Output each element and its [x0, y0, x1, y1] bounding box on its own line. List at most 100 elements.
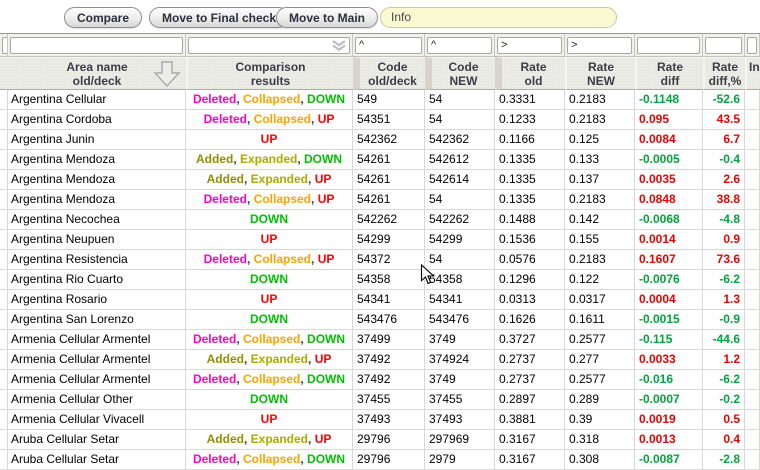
cell-comparison-results: Deleted, Collapsed, DOWN [186, 450, 353, 470]
table-row[interactable]: Armenia Cellular Other DOWN 37455 37455 … [0, 390, 760, 410]
comparison-flag-expanded: Expanded [250, 432, 309, 446]
cell-comparison-results: UP [186, 230, 353, 250]
cell-code-old: 542362 [353, 130, 425, 150]
cell-comparison-results: Added, Expanded, UP [186, 170, 353, 190]
cell-rate-new: 0.2577 [565, 370, 635, 390]
table-row[interactable]: Argentina Resistencia Deleted, Collapsed… [0, 250, 760, 270]
cell-info [745, 450, 760, 470]
cell-comparison-results: Deleted, Collapsed, UP [186, 110, 353, 130]
move-to-final-check-button[interactable]: Move to Final check [149, 7, 290, 28]
comparison-flag-up: UP [260, 132, 278, 146]
cell-code-new: 37493 [425, 410, 495, 430]
comparison-flag-down: DOWN [250, 392, 288, 406]
cell-rate-diff: 0.0035 [635, 170, 703, 190]
table-row[interactable]: Armenia Cellular Armentel Deleted, Colla… [0, 370, 760, 390]
table-row[interactable]: Argentina Rio Cuarto DOWN 54358 54358 0.… [0, 270, 760, 290]
table-row[interactable]: Aruba Cellular Setar Added, Expanded, UP… [0, 430, 760, 450]
cell-comparison-results: UP [186, 410, 353, 430]
column-header-rate-diff-pct[interactable]: Rate diff,% [703, 57, 745, 90]
comparison-flag-added: Added [195, 152, 234, 166]
table-row[interactable]: Argentina Cellular Deleted, Collapsed, D… [0, 90, 760, 110]
header-line: results [250, 74, 291, 88]
cell-code-old: 54372 [353, 250, 425, 270]
cell-code-new: 543476 [425, 310, 495, 330]
comparison-flag-added: Added [206, 172, 244, 186]
filter-input-code-old[interactable]: ^ [355, 37, 422, 54]
cell-code-new: 54 [425, 250, 495, 270]
column-header-rate-new[interactable]: Rate NEW [565, 57, 635, 90]
comparison-flag-up: UP [260, 232, 278, 246]
cell-area-name: Armenia Cellular Armentel [8, 330, 186, 350]
filter-input-rate-old[interactable]: > [497, 37, 562, 54]
cell-info [745, 90, 760, 110]
cell-area-name: Argentina Mendoza [8, 150, 186, 170]
cell-rate-diff-pct: -52.6 [703, 90, 745, 110]
filter-input-code-new[interactable]: ^ [427, 37, 492, 54]
table-row[interactable]: Aruba Cellular Setar Deleted, Collapsed,… [0, 450, 760, 470]
cell-rate-diff: -0.0005 [635, 150, 703, 170]
table-row[interactable]: Argentina Mendoza Added, Expanded, DOWN … [0, 150, 760, 170]
cell-rate-new: 0.2183 [565, 250, 635, 270]
column-header-rate-diff[interactable]: Rate diff [635, 57, 703, 90]
cell-comparison-results: Added, Expanded, UP [186, 350, 353, 370]
cell-code-old: 54261 [353, 150, 425, 170]
cell-comparison-results: UP [186, 130, 353, 150]
table-row[interactable]: Argentina Mendoza Added, Expanded, UP 54… [0, 170, 760, 190]
cell-rate-old: 0.1536 [495, 230, 565, 250]
cell-area-name: Armenia Cellular Vivacell [8, 410, 186, 430]
column-header-code-old[interactable]: Code old/deck [353, 57, 425, 90]
cell-rate-old: 0.3167 [495, 450, 565, 470]
table-body: Argentina Cellular Deleted, Collapsed, D… [0, 90, 760, 470]
cell-area-name: Argentina Cordoba [8, 110, 186, 130]
info-input[interactable]: Info [380, 7, 617, 28]
table-row[interactable]: Argentina Mendoza Deleted, Collapsed, UP… [0, 190, 760, 210]
column-header-rate-old[interactable]: Rate old [495, 57, 565, 90]
comparison-flag-up: UP [317, 112, 335, 126]
filter-input-rate-diff[interactable] [637, 37, 700, 54]
table-row[interactable]: Armenia Cellular Vivacell UP 37493 37493… [0, 410, 760, 430]
cell-area-name: Argentina Necochea [8, 210, 186, 230]
cell-comparison-results: Deleted, Collapsed, DOWN [186, 90, 353, 110]
table-row[interactable]: Argentina Junin UP 542362 542362 0.1166 … [0, 130, 760, 150]
filter-input-rate-new[interactable]: > [567, 37, 632, 54]
cell-area-name: Argentina Cellular [8, 90, 186, 110]
cell-code-new: 3749 [425, 330, 495, 350]
comparison-flag-up: UP [314, 172, 332, 186]
filter-input-comparison[interactable] [188, 37, 350, 54]
column-header-code-new[interactable]: Code NEW [425, 57, 495, 90]
chevron-down-icon[interactable] [331, 40, 347, 51]
table-row[interactable]: Argentina Necochea DOWN 542262 542262 0.… [0, 210, 760, 230]
table-row[interactable]: Argentina Cordoba Deleted, Collapsed, UP… [0, 110, 760, 130]
cell-area-name: Argentina Resistencia [8, 250, 186, 270]
table-row[interactable]: Argentina Rosario UP 54341 54341 0.0313 … [0, 290, 760, 310]
table-row[interactable]: Armenia Cellular Armentel Added, Expande… [0, 350, 760, 370]
filter-input-info[interactable] [747, 37, 757, 54]
cell-rate-new: 0.308 [565, 450, 635, 470]
filter-cell-rate-old: > [495, 34, 565, 56]
cell-info [745, 110, 760, 130]
cell-info [745, 390, 760, 410]
cell-rate-new: 0.2183 [565, 110, 635, 130]
table-row[interactable]: Argentina Neupuen UP 54299 54299 0.1536 … [0, 230, 760, 250]
cell-sliver [0, 90, 8, 110]
column-header-area-name[interactable]: Area name old/deck [8, 57, 186, 90]
compare-button[interactable]: Compare [64, 7, 143, 28]
move-to-main-button[interactable]: Move to Main [276, 7, 379, 28]
comparison-flag-collapsed: Collapsed [243, 372, 301, 386]
cell-sliver [0, 290, 8, 310]
comparison-flag-collapsed: Collapsed [243, 332, 301, 346]
filter-input-area-name[interactable] [10, 37, 183, 54]
cell-sliver [0, 150, 8, 170]
cell-rate-diff-pct: -0.4 [703, 150, 745, 170]
cell-rate-diff-pct: -44.6 [703, 330, 745, 350]
column-header-info[interactable]: In [745, 57, 760, 90]
cell-info [745, 150, 760, 170]
cell-code-old: 37499 [353, 330, 425, 350]
filter-input-rate-diff-pct[interactable] [705, 37, 742, 54]
column-header-comparison-results[interactable]: Comparison results [186, 57, 353, 90]
cell-area-name: Aruba Cellular Setar [8, 450, 186, 470]
comparison-flag-up: UP [260, 412, 278, 426]
table-row[interactable]: Armenia Cellular Armentel Deleted, Colla… [0, 330, 760, 350]
cell-code-new: 542262 [425, 210, 495, 230]
table-row[interactable]: Argentina San Lorenzo DOWN 543476 543476… [0, 310, 760, 330]
